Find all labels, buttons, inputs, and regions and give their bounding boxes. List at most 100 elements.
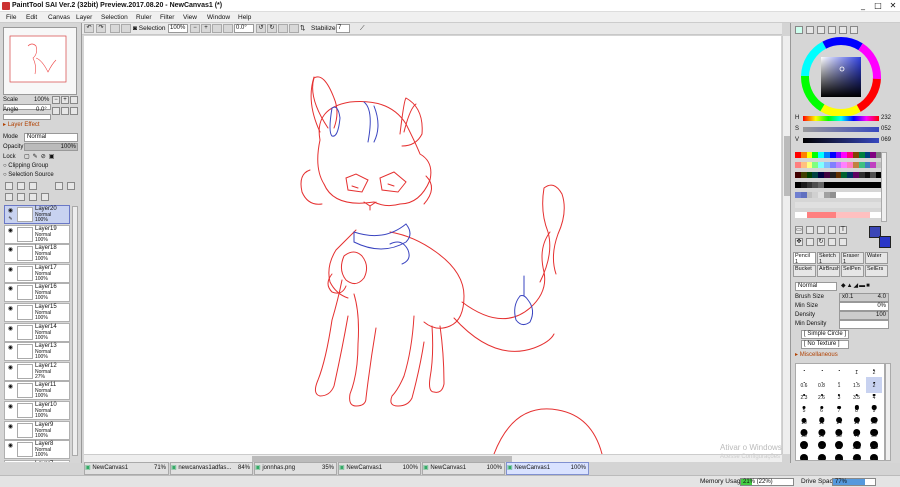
menu-window[interactable]: Window	[207, 12, 230, 23]
mode-select[interactable]: Normal	[24, 133, 78, 142]
lasso-icon[interactable]	[806, 226, 814, 234]
layer-row[interactable]: ◉ Layer19 Normal 100%	[4, 224, 70, 244]
layer-row[interactable]: ◉ Layer18 Normal 100%	[4, 244, 70, 264]
menu-view[interactable]: View	[183, 12, 197, 23]
layer-row[interactable]: ◉ Layer12 Normal 27%	[4, 361, 70, 381]
canvas-tab[interactable]: ▣ NewCanvas1 100%	[506, 462, 589, 475]
layer-row[interactable]: ◉Layer7	[4, 459, 70, 462]
layer-row[interactable]: ◉ ✎ Layer20 Normal 100%	[4, 205, 70, 224]
layer-row[interactable]: ◉ Layer15 Normal 100%	[4, 303, 70, 322]
brush-tool-pencil[interactable]: Pencil 1	[793, 252, 816, 264]
miscellaneous-toggle[interactable]: ▸ Miscellaneous	[795, 351, 838, 360]
magic-wand-icon[interactable]	[817, 226, 825, 234]
eye-icon[interactable]: ◉	[7, 267, 14, 274]
hue-slider[interactable]	[803, 116, 879, 121]
scratchpad-tab-icon[interactable]	[850, 26, 858, 34]
selection-checkbox[interactable]: ◙	[133, 25, 137, 32]
zoom-field[interactable]: 100%	[168, 24, 188, 33]
secondary-color[interactable]	[879, 236, 891, 248]
angle-minus-button[interactable]	[52, 107, 60, 115]
new-mask-icon[interactable]	[29, 182, 37, 190]
straight-line-icon[interactable]: ⟋	[360, 24, 365, 33]
eye-icon[interactable]: ◉	[7, 424, 14, 431]
deselect-icon[interactable]	[110, 24, 120, 33]
menu-layer[interactable]: Layer	[76, 12, 92, 23]
zoom-icon[interactable]	[806, 238, 814, 246]
brush-size-cell[interactable]: 300	[849, 452, 865, 460]
eye-icon[interactable]: ◉	[7, 384, 14, 391]
saturation-slider[interactable]	[803, 127, 879, 132]
brush-tool-eraser[interactable]: Eraser 1	[841, 252, 864, 264]
angle-plus-button[interactable]	[61, 107, 69, 115]
layer-row[interactable]: ◉ Layer10 Normal 100%	[4, 401, 70, 420]
zoom-out-icon[interactable]: −	[190, 24, 200, 33]
layer-tool-icon[interactable]	[55, 182, 63, 190]
text-tool-icon[interactable]: T	[839, 226, 847, 234]
min-size-slider[interactable]: 0%	[839, 302, 889, 311]
new-folder-icon[interactable]	[17, 182, 25, 190]
select-rect-icon[interactable]: ▭	[795, 226, 803, 234]
eye-icon[interactable]: ◉	[7, 365, 14, 372]
maximize-button[interactable]: □	[871, 0, 885, 12]
transfer-down-icon[interactable]	[17, 193, 25, 201]
zoom-in-icon[interactable]: +	[201, 24, 211, 33]
eyedropper-icon[interactable]	[828, 226, 836, 234]
flip-icon[interactable]	[289, 24, 299, 33]
eye-icon[interactable]: ◉	[7, 345, 14, 352]
min-density-slider[interactable]	[839, 320, 889, 329]
swatch-grid[interactable]	[795, 152, 887, 222]
menu-ruler[interactable]: Ruler	[136, 12, 152, 23]
selection-toggle[interactable]: ◙ Selection	[133, 24, 166, 33]
horizontal-scrollbar[interactable]	[84, 454, 782, 462]
eye-icon[interactable]: ◉	[7, 208, 14, 215]
mixer-tab-icon[interactable]	[839, 26, 847, 34]
color-wheel[interactable]	[801, 37, 881, 117]
swatch-scrollbar[interactable]	[881, 152, 887, 222]
stabilizer-field[interactable]: 7	[336, 24, 350, 33]
menu-edit[interactable]: Edit	[26, 12, 37, 23]
rotate-icon[interactable]: ↻	[817, 238, 825, 246]
layer-row[interactable]: ◉ Layer13 Normal 100%	[4, 342, 70, 362]
lock-options[interactable]: ▢✎⊘▣	[24, 153, 57, 162]
brush-size-slider[interactable]: x0.1 4.0	[839, 293, 889, 302]
blend-mode-select[interactable]: Normal	[795, 282, 837, 291]
canvas-tab[interactable]: ▣ jonnhas.png 35%	[254, 462, 337, 475]
menu-canvas[interactable]: Canvas	[48, 12, 70, 23]
brush-size-cell[interactable]: 250	[831, 452, 847, 460]
canvas-tab[interactable]: ▣ NewCanvas1 100%	[422, 462, 505, 475]
angle-reset-button[interactable]	[70, 107, 78, 115]
eye-icon[interactable]: ◉	[7, 443, 14, 450]
scale-plus-button[interactable]: +	[61, 96, 69, 104]
hsv-slider-tab-icon[interactable]	[817, 26, 825, 34]
vertical-scrollbar[interactable]	[782, 36, 790, 454]
brush-tool-sketch[interactable]: Sketch 1	[817, 252, 840, 264]
merge-down-icon[interactable]	[5, 193, 13, 201]
layer-row[interactable]: ◉ Layer8 Normal 100%	[4, 440, 70, 460]
menu-filter[interactable]: Filter	[160, 12, 174, 23]
rotate-left-icon[interactable]: ↺	[256, 24, 266, 33]
eye-icon[interactable]: ◉	[7, 286, 14, 293]
brush-size-palette[interactable]: 1 2 0.6 0.8 1 1.5 2 2.3 2.6 3 3.5 4 5 6 7 8 9 10 12 14 16 20 2…	[795, 363, 885, 461]
close-button[interactable]: ✕	[886, 0, 900, 12]
brush-size-scrollbar[interactable]	[885, 363, 891, 461]
angle-field[interactable]: 0.0°	[234, 24, 254, 33]
eye-icon[interactable]: ◉	[7, 306, 14, 313]
invert-selection-icon[interactable]	[121, 24, 131, 33]
brush-size-cell[interactable]: 200	[814, 452, 830, 460]
canvas-tab[interactable]: ▣ newcanvas1adfas... 84%	[170, 462, 253, 475]
layer-row[interactable]: ◉ Layer14 Normal 100%	[4, 322, 70, 342]
color-wheel-tab-icon[interactable]	[795, 26, 803, 34]
opacity-slider[interactable]: 100%	[24, 143, 78, 151]
scale-minus-button[interactable]: −	[52, 96, 60, 104]
brush-size-cell[interactable]: 350	[866, 452, 882, 460]
value-slider[interactable]	[803, 138, 879, 143]
rotate-reset-icon[interactable]	[278, 24, 288, 33]
brush-shape-select[interactable]: [ Simple Circle ]	[801, 330, 849, 339]
layer-scrollbar[interactable]	[72, 206, 78, 456]
brush-tool-selpen[interactable]: SelPen	[841, 265, 864, 277]
clipping-group-checkbox[interactable]: ○ Clipping Group	[3, 162, 48, 171]
minimize-button[interactable]: _	[856, 0, 870, 12]
brush-tool-selers[interactable]: SelErs	[865, 265, 888, 277]
layer-row[interactable]: ◉ Layer17 Normal 100%	[4, 263, 70, 283]
rgb-slider-tab-icon[interactable]	[806, 26, 814, 34]
